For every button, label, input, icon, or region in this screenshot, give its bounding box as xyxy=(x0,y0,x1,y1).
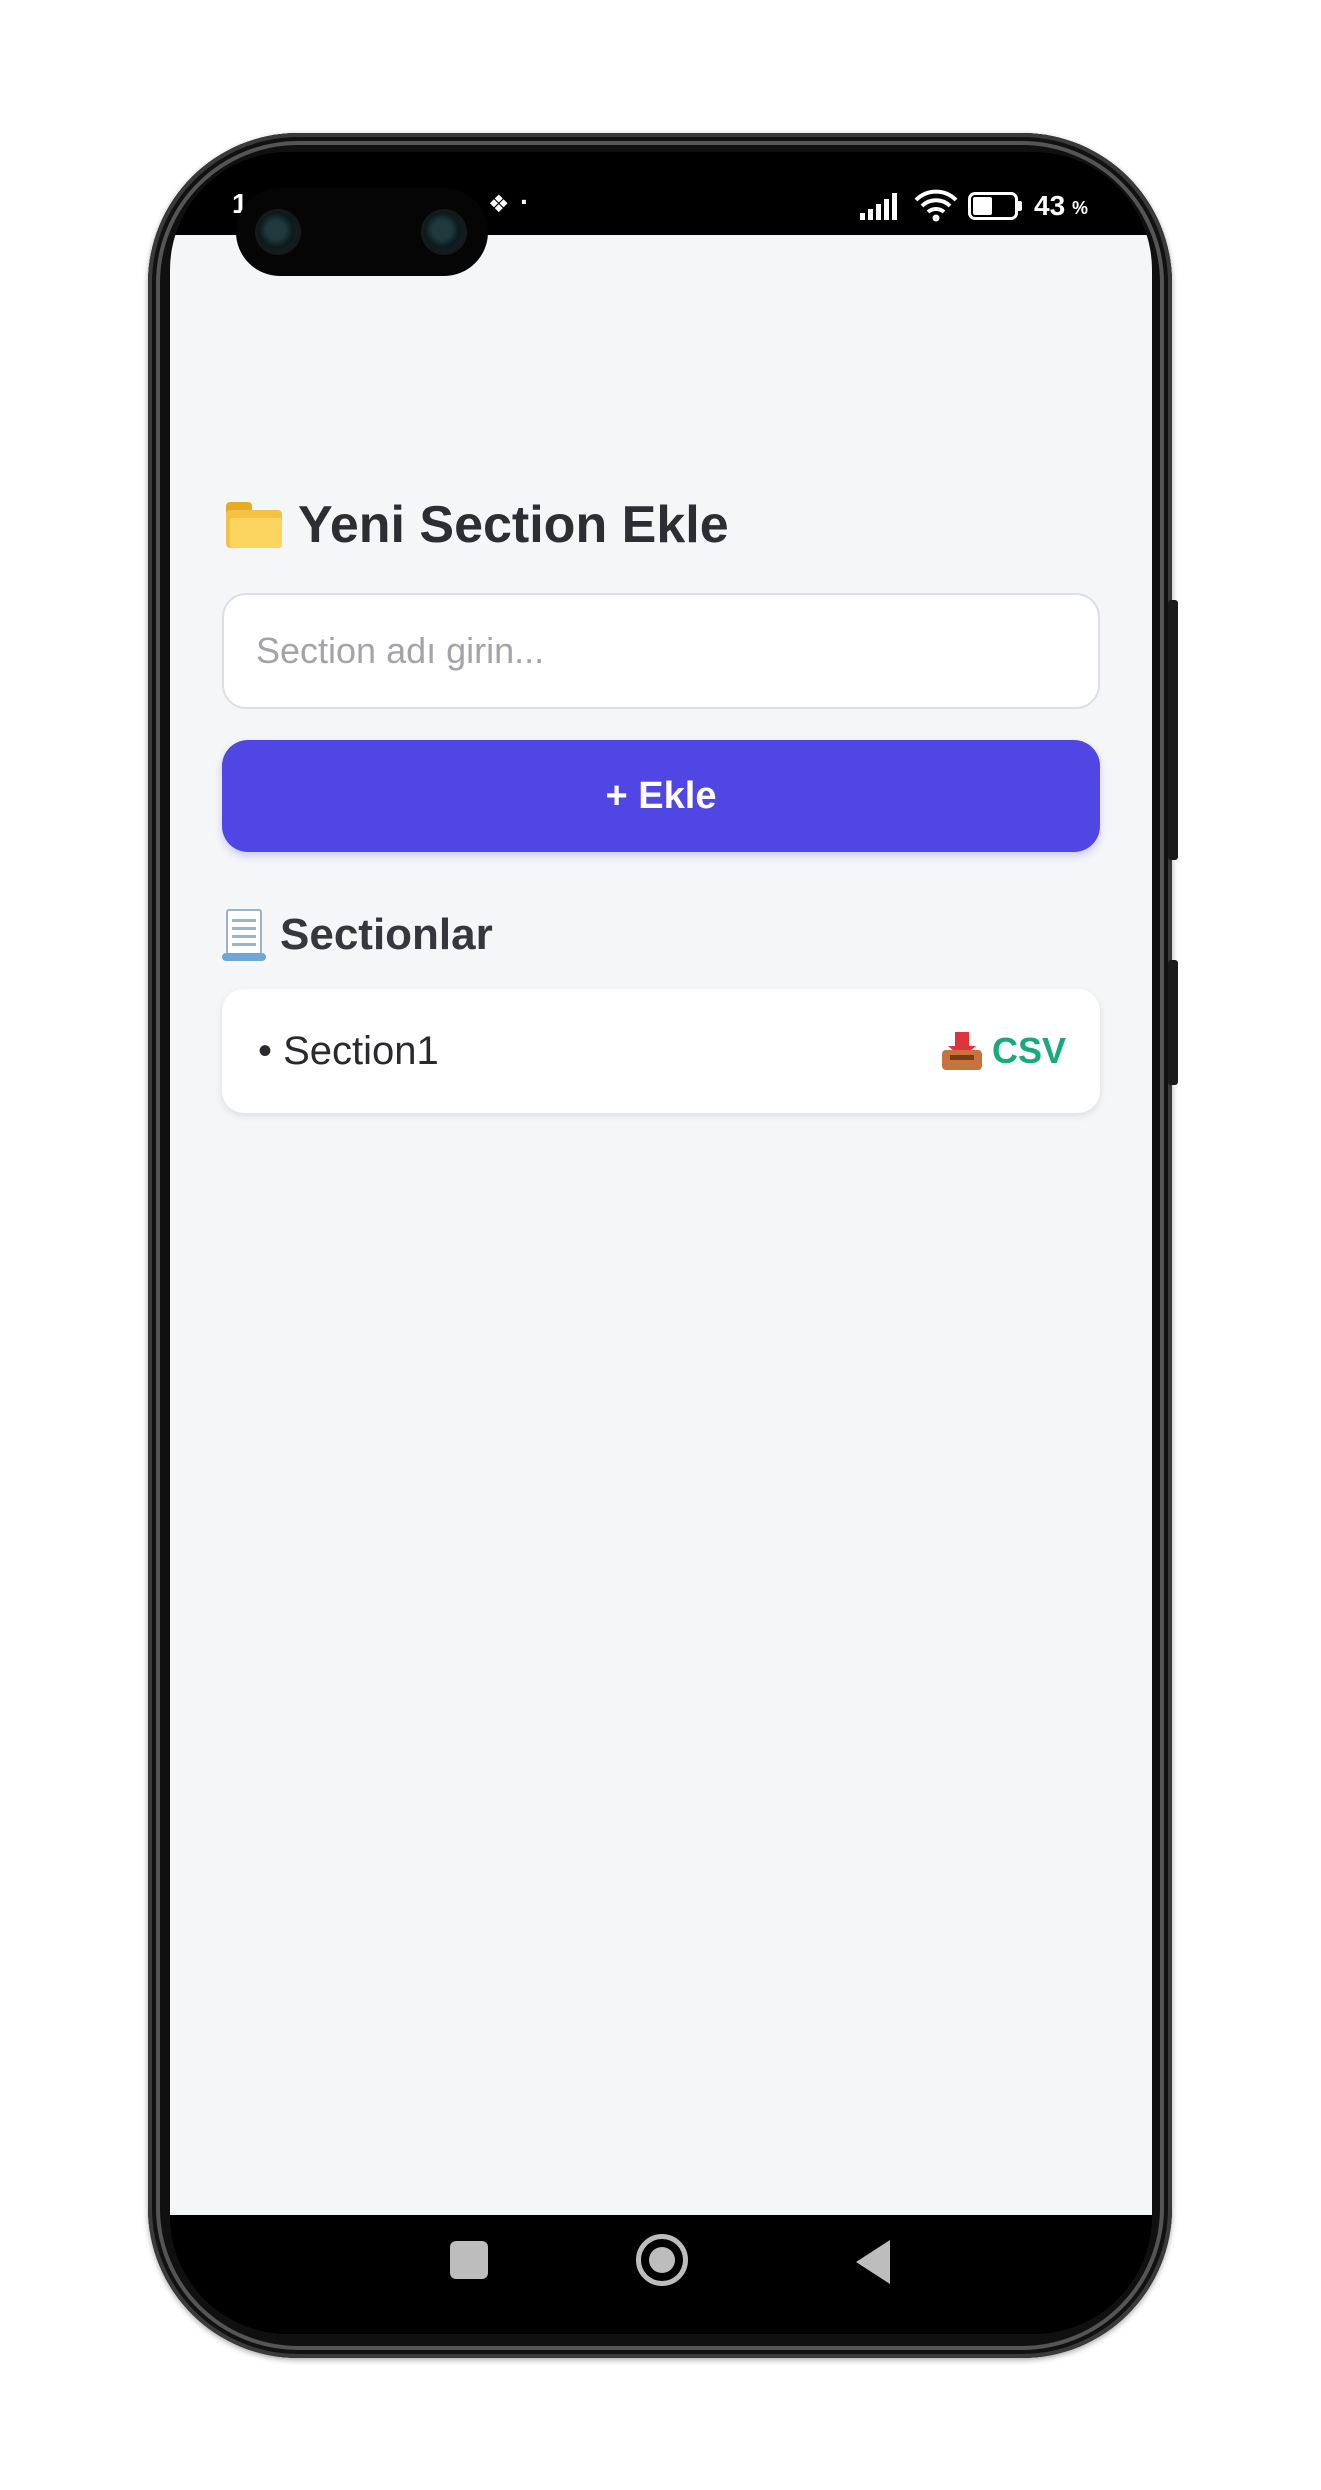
section-name-field[interactable] xyxy=(254,629,1098,673)
back-button[interactable] xyxy=(856,2240,890,2284)
volume-button xyxy=(1168,600,1178,860)
sections-title: Sectionlar xyxy=(280,910,493,959)
add-section-button[interactable]: + Ekle xyxy=(222,740,1100,852)
add-button-label: + Ekle xyxy=(605,774,717,817)
csv-label: CSV xyxy=(991,1030,1066,1071)
app-content: Yeni Section Ekle + Ekle Sectionlar • Se… xyxy=(170,235,1152,2215)
csv-export-button[interactable]: CSV xyxy=(941,989,1066,1113)
home-button-dot xyxy=(649,2247,675,2273)
camera-lens-icon xyxy=(258,212,298,252)
battery-icon xyxy=(968,192,1022,220)
phone-screen: 1 ❖ · 43 % Yeni Section Ekle Section adı… xyxy=(170,152,1152,2334)
battery-percent: 43 xyxy=(1034,190,1066,221)
inbox-tray-icon xyxy=(941,1032,982,1070)
diamond-icon: ❖ xyxy=(488,191,510,218)
document-icon xyxy=(222,909,266,961)
section-item-label: • Section1 xyxy=(258,1028,439,1073)
power-button xyxy=(1168,960,1178,1085)
camera-cutout xyxy=(236,188,488,276)
recent-apps-button[interactable] xyxy=(450,2241,488,2279)
status-dot: · xyxy=(520,186,530,217)
section-name-input[interactable] xyxy=(222,593,1100,709)
folder-icon xyxy=(226,502,282,548)
list-item[interactable]: • Section1 CSV xyxy=(222,989,1100,1113)
signal-icon xyxy=(860,192,904,220)
camera-lens-icon xyxy=(424,212,464,252)
battery-percent-sign: % xyxy=(1072,198,1089,218)
new-section-heading: Yeni Section Ekle xyxy=(226,495,729,555)
new-section-title: Yeni Section Ekle xyxy=(298,496,729,554)
sections-heading: Sectionlar xyxy=(222,907,493,963)
wifi-icon xyxy=(914,189,958,222)
